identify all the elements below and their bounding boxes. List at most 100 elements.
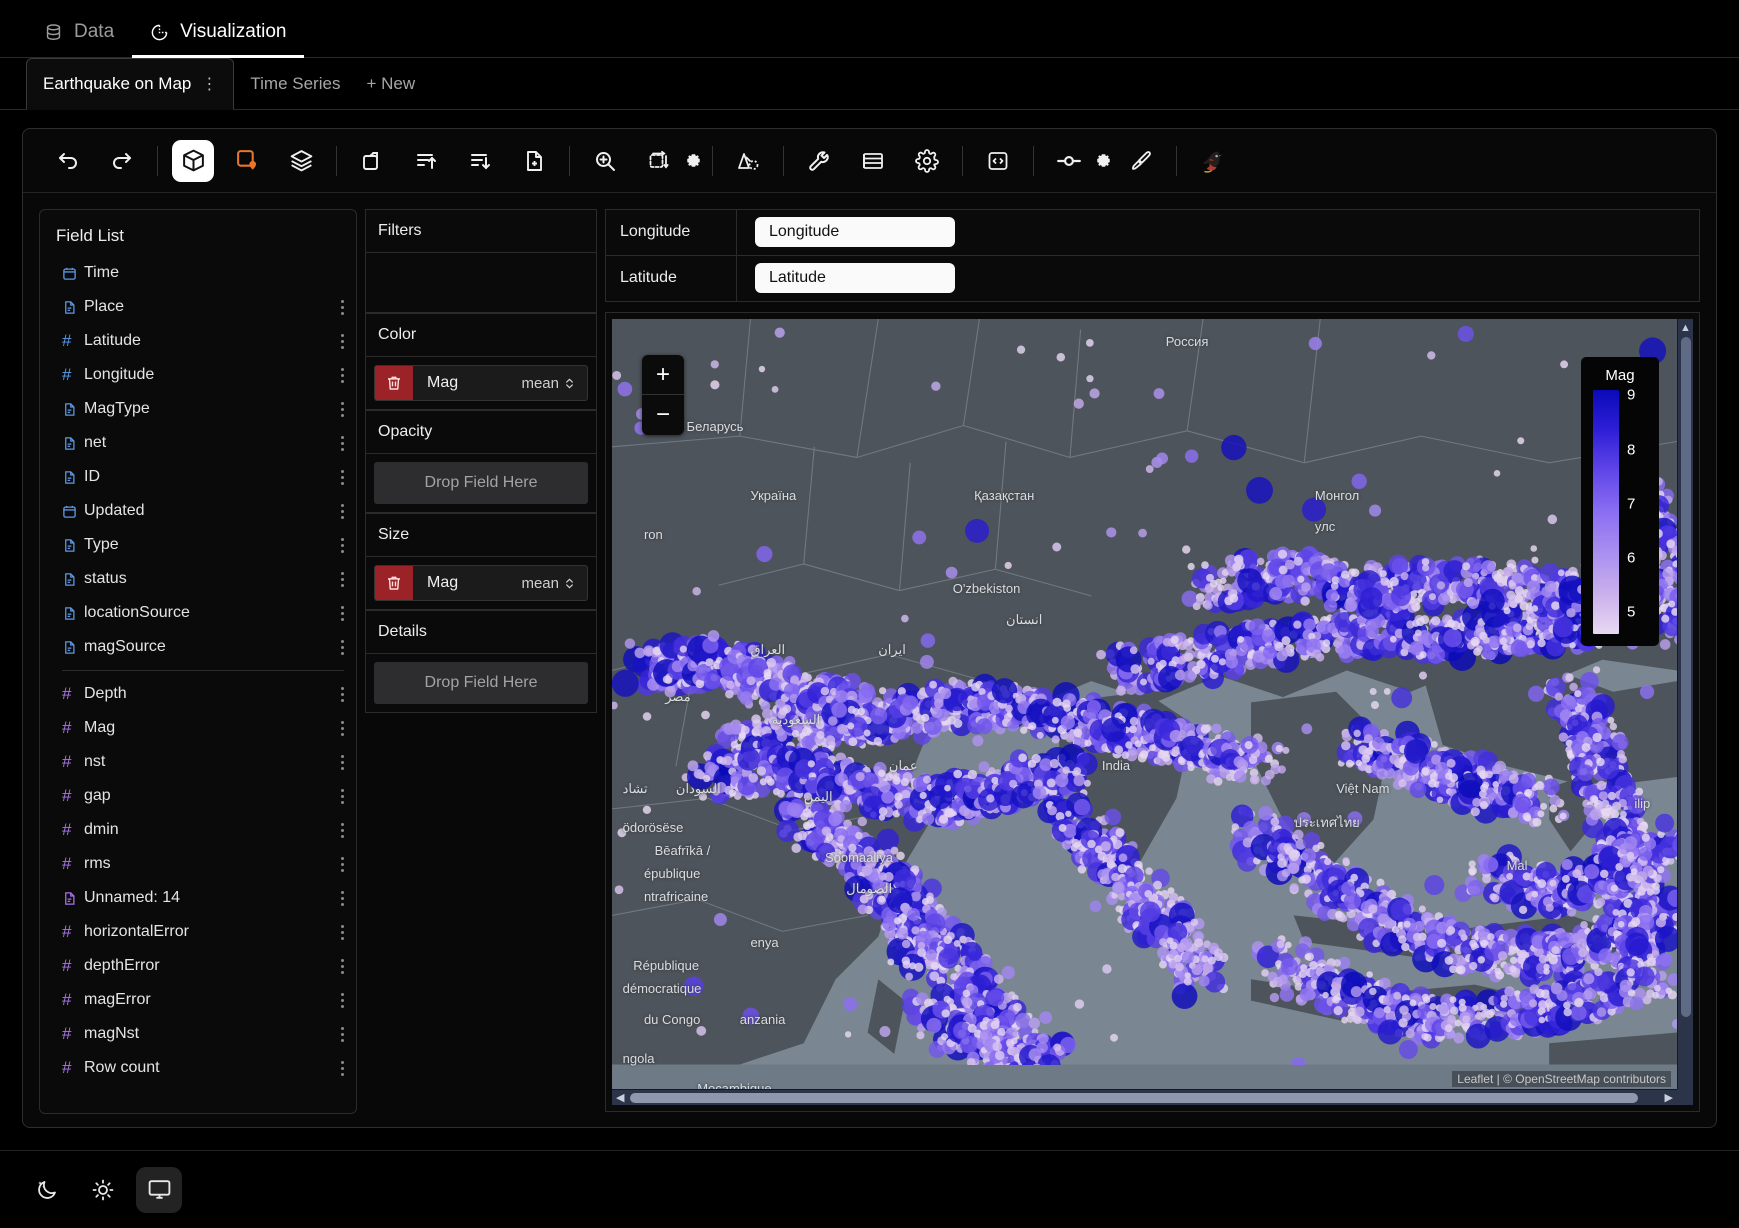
field-menu-icon[interactable] <box>341 333 344 349</box>
slider-icon[interactable] <box>1048 140 1090 182</box>
encoding-pill-longitude[interactable]: Longitude <box>755 217 955 248</box>
field-menu-icon[interactable] <box>341 686 344 702</box>
field-item-status[interactable]: status <box>40 562 356 596</box>
field-menu-icon[interactable] <box>341 401 344 417</box>
field-menu-icon[interactable] <box>341 503 344 519</box>
earthquake-point <box>1429 1003 1437 1011</box>
sort-descending-icon[interactable] <box>459 140 501 182</box>
field-item-horizontalerror[interactable]: # horizontalError <box>40 915 356 949</box>
earthquake-point <box>1301 874 1311 884</box>
field-item-deptherror[interactable]: # depthError <box>40 949 356 983</box>
main-tabbar: Data Visualization <box>0 0 1739 58</box>
field-item-id[interactable]: ID <box>40 460 356 494</box>
field-menu-icon[interactable] <box>341 720 344 736</box>
field-menu-icon[interactable] <box>341 822 344 838</box>
encoding-label: Latitude <box>620 269 677 287</box>
shelf-body-size[interactable]: Mag mean <box>365 557 597 610</box>
shelf-body-opacity[interactable]: Drop Field Here <box>365 454 597 513</box>
field-item-magtype[interactable]: MagType <box>40 392 356 426</box>
field-menu-icon[interactable] <box>341 571 344 587</box>
field-menu-icon[interactable] <box>341 958 344 974</box>
undo-icon[interactable] <box>47 140 89 182</box>
field-item-type[interactable]: Type <box>40 528 356 562</box>
field-menu-icon[interactable] <box>341 537 344 553</box>
code-icon[interactable] <box>977 140 1019 182</box>
field-menu-icon[interactable] <box>341 1026 344 1042</box>
field-item-net[interactable]: net <box>40 426 356 460</box>
field-item-unnamed-14[interactable]: Unnamed: 14 <box>40 881 356 915</box>
field-menu-icon[interactable] <box>341 1060 344 1076</box>
shelf-body-details[interactable]: Drop Field Here <box>365 654 597 713</box>
field-menu-icon[interactable] <box>341 605 344 621</box>
shelf-body-filters[interactable] <box>365 253 597 313</box>
table-icon[interactable] <box>852 140 894 182</box>
new-view-button[interactable]: + New <box>356 58 425 109</box>
view-tab-menu-icon[interactable]: ⋮ <box>201 74 217 94</box>
field-menu-icon[interactable] <box>341 788 344 804</box>
pill-aggregate-select[interactable]: mean <box>521 375 587 392</box>
file-plus-icon[interactable] <box>513 140 555 182</box>
hash-icon: # <box>62 331 72 350</box>
field-item-rms[interactable]: # rms <box>40 847 356 881</box>
cube-icon[interactable] <box>172 139 214 182</box>
field-menu-icon[interactable] <box>341 924 344 940</box>
field-menu-icon[interactable] <box>341 435 344 451</box>
trash-icon[interactable] <box>375 566 413 600</box>
paintbrush-icon[interactable] <box>1120 140 1162 182</box>
field-item-gap[interactable]: # gap <box>40 779 356 813</box>
view-tab-time-series[interactable]: Time Series <box>234 58 356 109</box>
map-pin-square-icon[interactable] <box>226 140 268 182</box>
gear-small-icon[interactable] <box>682 145 704 177</box>
view-tab-earthquake-on-map[interactable]: Earthquake on Map ⋮ <box>26 58 235 110</box>
gear-small-icon[interactable] <box>1092 145 1114 177</box>
field-item-depth[interactable]: # Depth <box>40 677 356 711</box>
field-item-latitude[interactable]: # Latitude <box>40 324 356 358</box>
earthquake-point <box>1601 807 1612 817</box>
dropzone-details[interactable]: Drop Field Here <box>374 662 588 704</box>
field-menu-icon[interactable] <box>341 890 344 906</box>
field-menu-icon[interactable] <box>341 992 344 1008</box>
trash-icon[interactable] <box>375 366 413 400</box>
wrench-icon[interactable] <box>798 140 840 182</box>
field-item-dmin[interactable]: # dmin <box>40 813 356 847</box>
bird-logo-icon[interactable] <box>1191 140 1233 182</box>
dropzone-opacity[interactable]: Drop Field Here <box>374 462 588 504</box>
tab-visualization[interactable]: Visualization <box>132 21 305 58</box>
text-file-icon <box>62 402 84 417</box>
rotate-square-icon[interactable] <box>351 140 393 182</box>
field-item-longitude[interactable]: # Longitude <box>40 358 356 392</box>
field-menu-icon[interactable] <box>341 367 344 383</box>
field-menu-icon[interactable] <box>341 639 344 655</box>
axis-scale-icon[interactable] <box>727 140 769 182</box>
field-item-mag[interactable]: # Mag <box>40 711 356 745</box>
field-pill-color[interactable]: Mag mean <box>374 365 588 401</box>
field-item-magsource[interactable]: magSource <box>40 630 356 664</box>
layers-icon[interactable] <box>280 140 322 182</box>
gear-icon[interactable] <box>906 140 948 182</box>
field-menu-icon[interactable] <box>341 299 344 315</box>
resize-canvas-icon[interactable] <box>638 140 680 182</box>
field-item-magnst[interactable]: # magNst <box>40 1017 356 1051</box>
field-item-place[interactable]: Place <box>40 290 356 324</box>
field-item-time[interactable]: Time <box>40 256 356 290</box>
earthquake-point <box>991 678 1018 704</box>
field-pill-size[interactable]: Mag mean <box>374 565 588 601</box>
field-item-updated[interactable]: Updated <box>40 494 356 528</box>
earthquake-point <box>1422 996 1431 1004</box>
field-menu-icon[interactable] <box>341 754 344 770</box>
pill-aggregate-select[interactable]: mean <box>521 575 587 592</box>
field-item-nst[interactable]: # nst <box>40 745 356 779</box>
field-item-row-count[interactable]: # Row count <box>40 1051 356 1085</box>
zoom-in-icon[interactable] <box>584 140 626 182</box>
field-item-magerror[interactable]: # magError <box>40 983 356 1017</box>
sort-ascending-icon[interactable] <box>405 140 447 182</box>
map-canvas[interactable]: Россия Беларусь Україна Қазақстан Монгол улс r… <box>612 319 1677 1089</box>
field-item-locationsource[interactable]: locationSource <box>40 596 356 630</box>
encoding-pill-latitude[interactable]: Latitude <box>755 263 955 294</box>
tab-data[interactable]: Data <box>26 21 132 58</box>
redo-icon[interactable] <box>101 140 143 182</box>
field-menu-icon[interactable] <box>341 469 344 485</box>
shelf-body-color[interactable]: Mag mean <box>365 357 597 410</box>
earthquake-point <box>1499 637 1508 645</box>
field-menu-icon[interactable] <box>341 856 344 872</box>
